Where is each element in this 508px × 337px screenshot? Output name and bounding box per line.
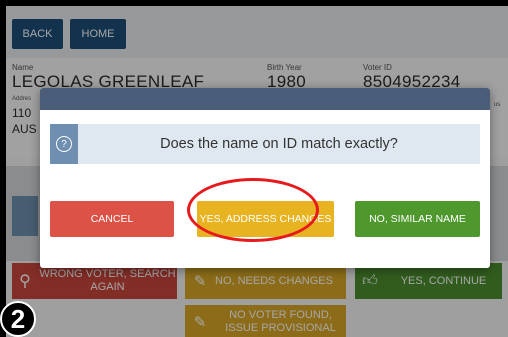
help-icon: ? [50, 124, 78, 164]
modal-header [40, 88, 490, 110]
highlight-circle [187, 178, 319, 242]
app-screen: BACK HOME Name LEGOLAS GREENLEAF Birth Y… [6, 6, 508, 337]
question-text: Does the name on ID match exactly? [160, 136, 398, 152]
step-badge: 2 [0, 301, 36, 337]
no-similar-name-button[interactable]: NO, SIMILAR NAME [355, 201, 480, 237]
cancel-button[interactable]: CANCEL [50, 201, 174, 237]
question-box: ? Does the name on ID match exactly? [50, 124, 480, 164]
